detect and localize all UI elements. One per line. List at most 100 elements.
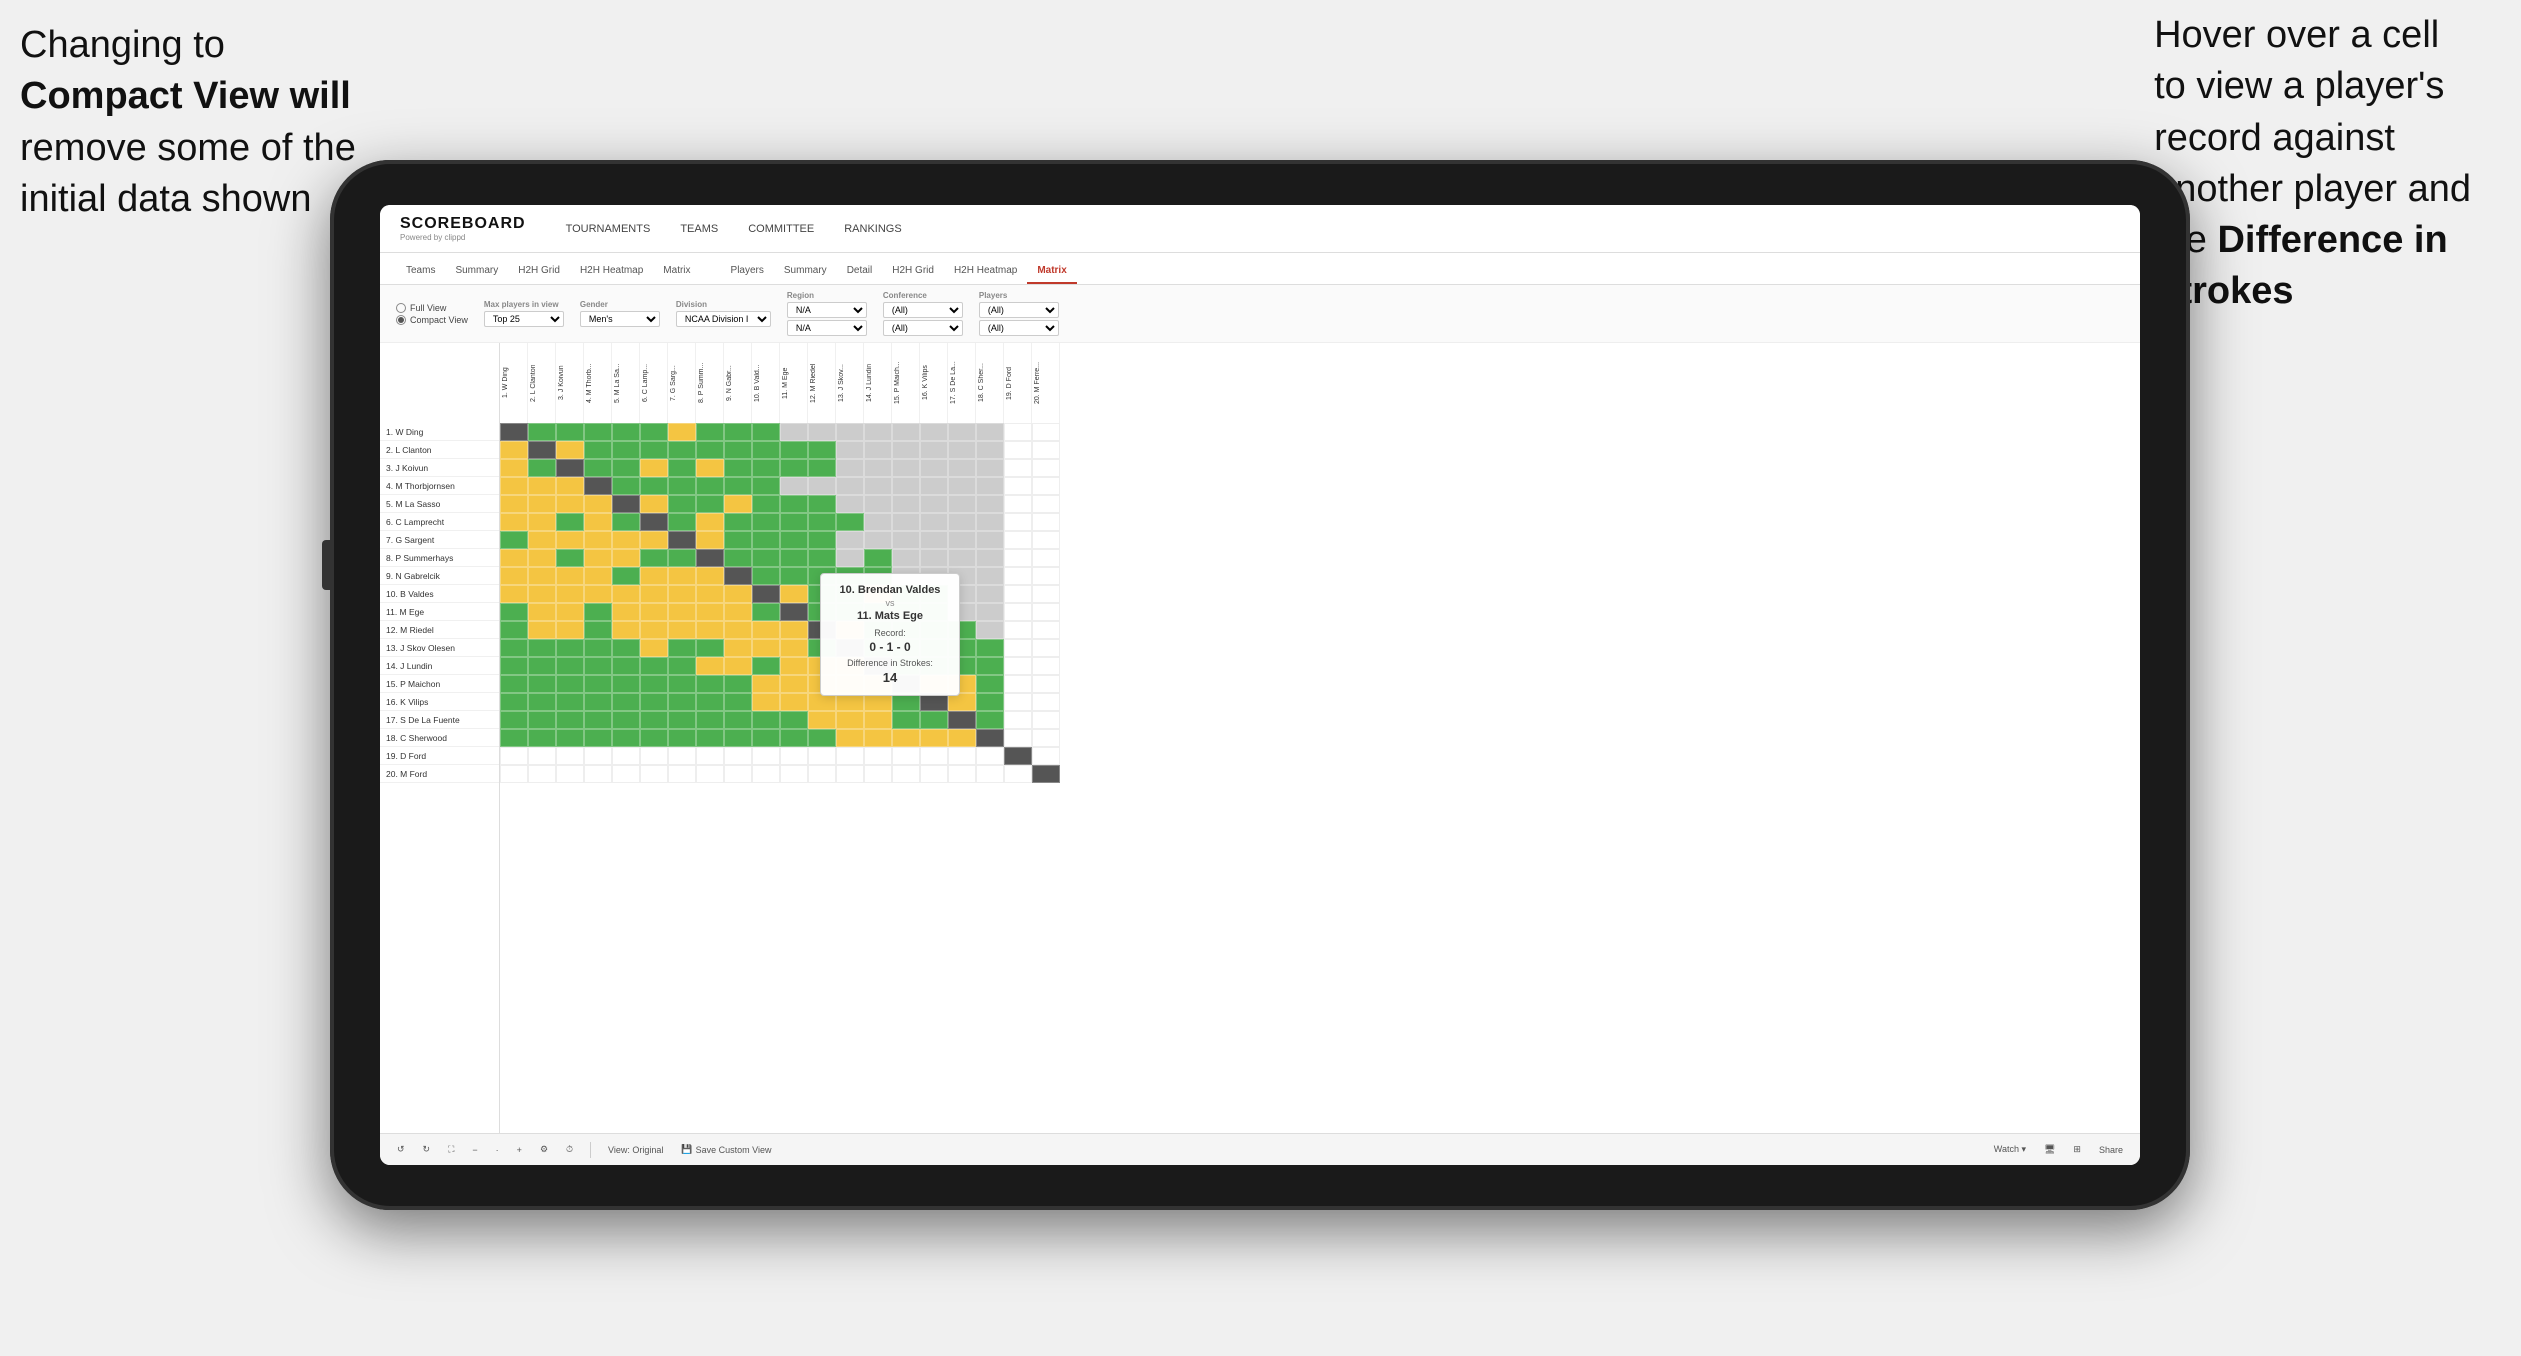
cell-18-11[interactable]: [780, 729, 808, 747]
cell-20-16[interactable]: [920, 765, 948, 783]
cell-16-11[interactable]: [780, 693, 808, 711]
cell-15-2[interactable]: [528, 675, 556, 693]
cell-7-19[interactable]: [1004, 531, 1032, 549]
cell-5-16[interactable]: [920, 495, 948, 513]
cell-5-18[interactable]: [976, 495, 1004, 513]
cell-8-14[interactable]: [864, 549, 892, 567]
cell-5-6[interactable]: [640, 495, 668, 513]
max-players-select[interactable]: Top 25: [484, 311, 564, 327]
cell-2-3[interactable]: [556, 441, 584, 459]
cell-3-16[interactable]: [920, 459, 948, 477]
cell-20-20[interactable]: [1032, 765, 1060, 783]
cell-18-4[interactable]: [584, 729, 612, 747]
tab-teams[interactable]: Teams: [396, 259, 445, 284]
cell-12-18[interactable]: [976, 621, 1004, 639]
cell-20-8[interactable]: [696, 765, 724, 783]
cell-13-8[interactable]: [696, 639, 724, 657]
cell-16-18[interactable]: [976, 693, 1004, 711]
cell-14-3[interactable]: [556, 657, 584, 675]
cell-13-18[interactable]: [976, 639, 1004, 657]
cell-7-18[interactable]: [976, 531, 1004, 549]
cell-20-14[interactable]: [864, 765, 892, 783]
cell-14-1[interactable]: [500, 657, 528, 675]
cell-18-18[interactable]: [976, 729, 1004, 747]
cell-1-12[interactable]: [808, 423, 836, 441]
tab-h2h-heatmap2[interactable]: H2H Heatmap: [944, 259, 1027, 284]
cell-11-1[interactable]: [500, 603, 528, 621]
cell-9-3[interactable]: [556, 567, 584, 585]
cell-14-9[interactable]: [724, 657, 752, 675]
cell-19-18[interactable]: [976, 747, 1004, 765]
cell-19-7[interactable]: [668, 747, 696, 765]
cell-5-11[interactable]: [780, 495, 808, 513]
cell-7-5[interactable]: [612, 531, 640, 549]
cell-2-17[interactable]: [948, 441, 976, 459]
cell-15-5[interactable]: [612, 675, 640, 693]
cell-10-5[interactable]: [612, 585, 640, 603]
cell-18-5[interactable]: [612, 729, 640, 747]
redo-button[interactable]: ↻: [418, 1142, 436, 1157]
cell-8-20[interactable]: [1032, 549, 1060, 567]
cell-4-18[interactable]: [976, 477, 1004, 495]
cell-19-9[interactable]: [724, 747, 752, 765]
cell-11-8[interactable]: [696, 603, 724, 621]
cell-15-1[interactable]: [500, 675, 528, 693]
cell-9-10[interactable]: [752, 567, 780, 585]
cell-4-13[interactable]: [836, 477, 864, 495]
cell-1-15[interactable]: [892, 423, 920, 441]
cell-4-8[interactable]: [696, 477, 724, 495]
cell-5-15[interactable]: [892, 495, 920, 513]
cell-20-19[interactable]: [1004, 765, 1032, 783]
cell-5-17[interactable]: [948, 495, 976, 513]
cell-8-13[interactable]: [836, 549, 864, 567]
zoom-out-button[interactable]: −: [467, 1143, 482, 1157]
cell-1-17[interactable]: [948, 423, 976, 441]
cell-6-13[interactable]: [836, 513, 864, 531]
cell-9-6[interactable]: [640, 567, 668, 585]
cell-11-7[interactable]: [668, 603, 696, 621]
cell-4-9[interactable]: [724, 477, 752, 495]
cell-1-4[interactable]: [584, 423, 612, 441]
tab-players[interactable]: Players: [721, 259, 774, 284]
cell-6-17[interactable]: [948, 513, 976, 531]
cell-17-17[interactable]: [948, 711, 976, 729]
cell-9-18[interactable]: [976, 567, 1004, 585]
cell-3-1[interactable]: [500, 459, 528, 477]
cell-19-2[interactable]: [528, 747, 556, 765]
cell-17-7[interactable]: [668, 711, 696, 729]
cell-12-9[interactable]: [724, 621, 752, 639]
cell-10-9[interactable]: [724, 585, 752, 603]
cell-8-16[interactable]: [920, 549, 948, 567]
cell-7-8[interactable]: [696, 531, 724, 549]
gender-select[interactable]: Men's: [580, 311, 660, 327]
cell-1-10[interactable]: [752, 423, 780, 441]
cell-2-10[interactable]: [752, 441, 780, 459]
cell-7-1[interactable]: [500, 531, 528, 549]
cell-5-14[interactable]: [864, 495, 892, 513]
cell-16-2[interactable]: [528, 693, 556, 711]
cell-18-16[interactable]: [920, 729, 948, 747]
cell-15-11[interactable]: [780, 675, 808, 693]
cell-20-7[interactable]: [668, 765, 696, 783]
cell-12-4[interactable]: [584, 621, 612, 639]
cell-18-12[interactable]: [808, 729, 836, 747]
cell-8-8[interactable]: [696, 549, 724, 567]
cell-15-8[interactable]: [696, 675, 724, 693]
cell-10-4[interactable]: [584, 585, 612, 603]
division-select[interactable]: NCAA Division I: [676, 311, 771, 327]
cell-10-1[interactable]: [500, 585, 528, 603]
cell-1-16[interactable]: [920, 423, 948, 441]
cell-16-8[interactable]: [696, 693, 724, 711]
cell-12-8[interactable]: [696, 621, 724, 639]
cell-15-6[interactable]: [640, 675, 668, 693]
cell-19-11[interactable]: [780, 747, 808, 765]
cell-16-10[interactable]: [752, 693, 780, 711]
cell-8-6[interactable]: [640, 549, 668, 567]
radio-compact-view[interactable]: Compact View: [396, 315, 468, 325]
cell-12-11[interactable]: [780, 621, 808, 639]
cell-6-2[interactable]: [528, 513, 556, 531]
cell-17-20[interactable]: [1032, 711, 1060, 729]
timer-button[interactable]: ⏱: [561, 1142, 578, 1157]
zoom-reset-button[interactable]: ·: [491, 1143, 504, 1157]
cell-13-10[interactable]: [752, 639, 780, 657]
